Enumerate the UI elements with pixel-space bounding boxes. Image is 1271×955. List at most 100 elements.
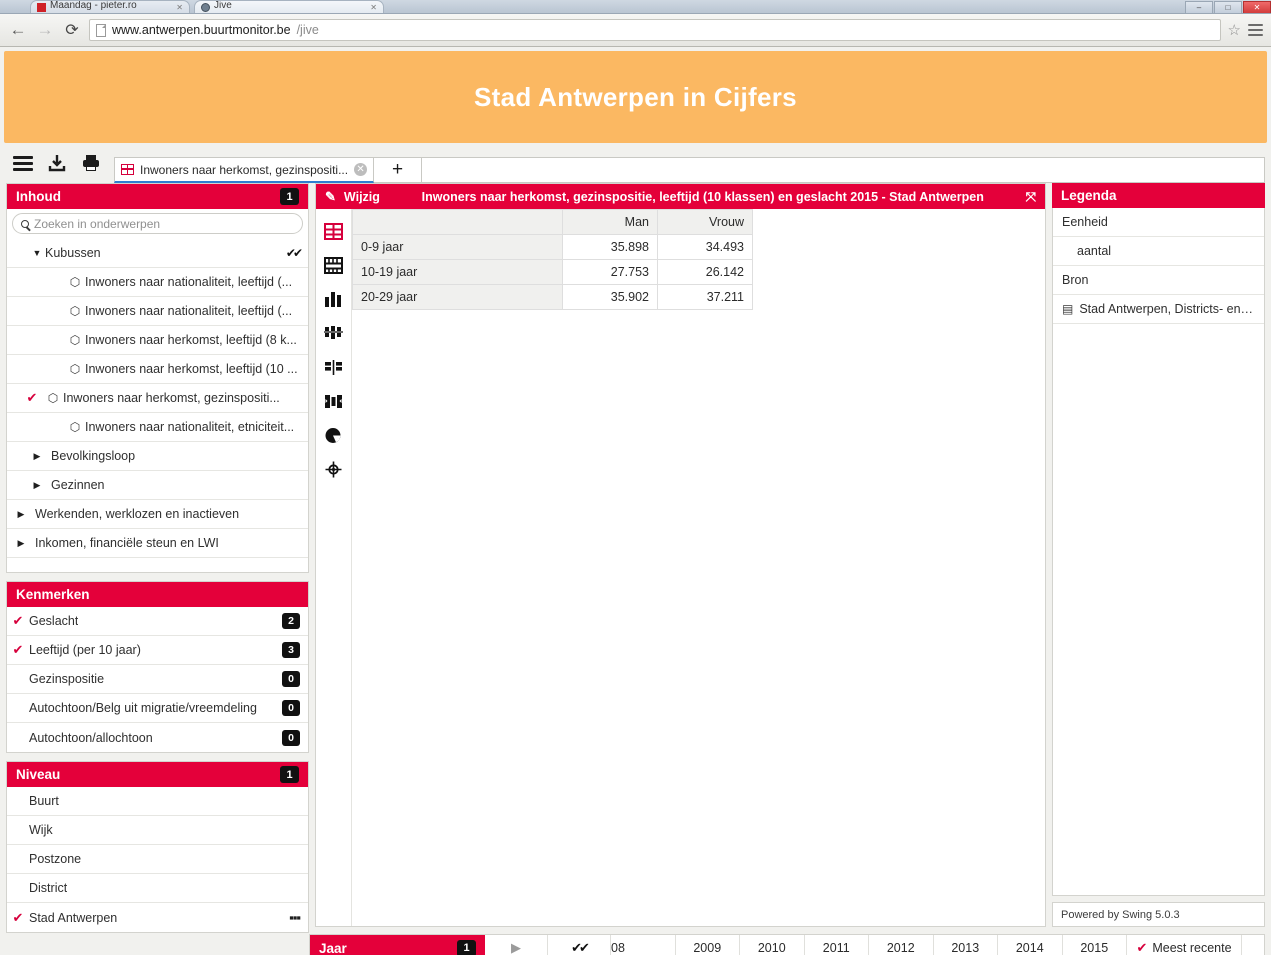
bar-chart-button[interactable] [316, 282, 351, 316]
table-row: 10-19 jaar 27.753 26.142 [352, 259, 753, 285]
double-check-icon[interactable]: ✔✔ [286, 246, 303, 260]
url-host: www.antwerpen.buurtmonitor.be [112, 23, 291, 37]
expand-icon[interactable]: ⤧ [1026, 189, 1036, 205]
tree-item[interactable]: ▶ Bevolkingsloop [7, 442, 308, 471]
map-view-button[interactable] [316, 452, 351, 486]
table-row-header[interactable]: 20-29 jaar [352, 284, 563, 310]
browser-tab-1-label: Maandag - pieter.ro [50, 0, 137, 11]
tree-item-label: Inwoners naar herkomst, leeftijd (8 k... [85, 333, 297, 347]
print-button[interactable] [74, 146, 108, 180]
year-bar-strip: Jaar 1 ▶ ✔✔ 08 2009 2010 2011 2012 2013 … [309, 934, 1265, 955]
table-header-row: Man Vrouw [352, 209, 753, 235]
year-item[interactable]: 2011 [805, 935, 869, 955]
table-row-header[interactable]: 10-19 jaar [352, 259, 563, 285]
level-item[interactable]: Buurt [7, 787, 308, 816]
table-column-header[interactable]: Vrouw [657, 209, 753, 235]
app-page: Stad Antwerpen in Cijfers Inwoners naar … [0, 47, 1271, 955]
forward-arrow-icon[interactable]: → [35, 20, 55, 40]
level-panel-badge: 1 [280, 766, 299, 783]
year-item[interactable]: 2012 [869, 935, 934, 955]
table-row-header[interactable]: 0-9 jaar [352, 234, 563, 260]
minimize-button[interactable]: – [1185, 0, 1213, 13]
level-item-selected[interactable]: ✔ Stad Antwerpen ▪▪▪ [7, 903, 308, 932]
tree-item[interactable]: ⬡ Inwoners naar nationaliteit, etnicitei… [7, 413, 308, 442]
add-tab-button[interactable]: + [374, 157, 423, 183]
pie-chart-icon [325, 427, 341, 443]
content-panel-badge: 1 [280, 188, 299, 205]
features-panel-title: Kenmerken [16, 587, 90, 602]
tree-item[interactable]: ▶ Gezinnen [7, 471, 308, 500]
feature-item[interactable]: Autochtoon/allochtoon 0 [7, 723, 308, 752]
year-item[interactable]: 08 [611, 935, 676, 955]
close-icon[interactable]: ✕ [370, 3, 377, 12]
tree-item[interactable]: ⬡ Inwoners naar nationaliteit, leeftijd … [7, 268, 308, 297]
select-all-years-button[interactable]: ✔✔ [548, 935, 611, 955]
page-info-icon[interactable] [96, 23, 106, 37]
close-window-button[interactable]: ✕ [1243, 0, 1271, 13]
chevron-right-icon[interactable]: ▶ [29, 480, 45, 491]
workspace: Inhoud 1 Zoeken in onderwerpen ▼ Kubusse… [4, 183, 1267, 933]
level-item[interactable]: Postzone [7, 845, 308, 874]
map-view-icon [325, 461, 342, 477]
level-item[interactable]: District [7, 874, 308, 903]
pie-chart-button[interactable] [316, 418, 351, 452]
feature-item[interactable]: Autochtoon/Belg uit migratie/vreemdeling… [7, 694, 308, 723]
edit-button-label[interactable]: Wijzig [344, 190, 380, 204]
tree-item[interactable]: ⬡ Inwoners naar herkomst, leeftijd (10 .… [7, 355, 308, 384]
download-button[interactable] [40, 146, 74, 180]
tree-item[interactable]: ▶ Inkomen, financiële steun en LWI [7, 529, 308, 558]
hamburger-menu-icon[interactable] [1248, 23, 1263, 37]
chevron-right-icon[interactable]: ▶ [29, 451, 45, 462]
tree-item[interactable]: ▼ Kubussen ✔✔ [7, 239, 308, 268]
chevron-down-icon[interactable]: ▼ [29, 248, 45, 258]
grouped-bar-chart-button[interactable] [316, 350, 351, 384]
feature-badge: 2 [282, 613, 300, 629]
tree-item-selected[interactable]: ✔ ⬡ Inwoners naar herkomst, gezinspositi… [7, 384, 308, 413]
reload-icon[interactable]: ⟳ [62, 20, 82, 40]
report-title: Inwoners naar herkomst, gezinspositie, l… [421, 189, 984, 204]
address-bar[interactable]: www.antwerpen.buurtmonitor.be/jive [89, 19, 1221, 41]
stacked-bar-chart-button[interactable] [316, 316, 351, 350]
population-pyramid-button[interactable] [316, 384, 351, 418]
browser-tab-1[interactable]: Maandag - pieter.ro ✕ [30, 0, 190, 13]
close-icon[interactable]: ✕ [176, 3, 183, 12]
feature-item[interactable]: ✔ Leeftijd (per 10 jaar) 3 [7, 636, 308, 665]
document-tab[interactable]: Inwoners naar herkomst, gezinspositi... … [114, 157, 375, 183]
search-input[interactable]: Zoeken in onderwerpen [12, 213, 303, 234]
feature-item[interactable]: Gezinspositie 0 [7, 665, 308, 694]
tree-item[interactable]: ⬡ Inwoners naar herkomst, leeftijd (8 k.… [7, 326, 308, 355]
browser-tab-strip: Maandag - pieter.ro ✕ Jive ✕ – □ ✕ [0, 0, 1271, 14]
chevron-right-icon[interactable]: ▶ [13, 538, 29, 549]
year-item[interactable]: 2009 [676, 935, 740, 955]
back-arrow-icon[interactable]: ← [8, 20, 28, 40]
tree-item[interactable]: ▶ Werkenden, werklozen en inactieven [7, 500, 308, 529]
feature-item[interactable]: ✔ Geslacht 2 [7, 607, 308, 636]
browser-tab-2[interactable]: Jive ✕ [194, 0, 384, 13]
close-icon[interactable]: ✕ [354, 163, 368, 176]
level-label: District [29, 881, 68, 895]
table-column-header[interactable]: Man [562, 209, 658, 235]
year-item[interactable]: 2014 [998, 935, 1063, 955]
legend-unit-header-label: Eenheid [1062, 215, 1108, 229]
star-icon[interactable]: ☆ [1228, 21, 1241, 39]
tree-item[interactable]: ⬡ Inwoners naar nationaliteit, leeftijd … [7, 297, 308, 326]
table-cell: 27.753 [562, 259, 658, 285]
chevron-right-icon[interactable]: ▶ [13, 509, 29, 520]
tree-item-label: Gezinnen [51, 478, 105, 492]
app-menu-button[interactable] [6, 146, 40, 180]
more-options-icon[interactable]: ▪▪▪ [289, 910, 301, 925]
table-view-button[interactable] [316, 214, 351, 248]
year-item[interactable]: 2010 [740, 935, 805, 955]
level-item[interactable]: Wijk [7, 816, 308, 845]
year-item[interactable]: 2015 [1063, 935, 1127, 955]
legend-source-value[interactable]: ▤ Stad Antwerpen, Districts- en L... [1053, 295, 1264, 324]
most-recent-toggle[interactable]: ✔ Meest recente [1127, 935, 1242, 955]
year-item[interactable]: 2013 [934, 935, 998, 955]
maximize-button[interactable]: □ [1214, 0, 1242, 13]
site-banner: Stad Antwerpen in Cijfers [4, 51, 1267, 143]
table-row: 20-29 jaar 35.902 37.211 [352, 284, 753, 310]
legend-panel-header: Legenda [1052, 183, 1265, 208]
play-button[interactable]: ▶ [485, 935, 548, 955]
pencil-icon[interactable]: ✎ [325, 189, 336, 205]
pivot-table-button[interactable] [316, 248, 351, 282]
